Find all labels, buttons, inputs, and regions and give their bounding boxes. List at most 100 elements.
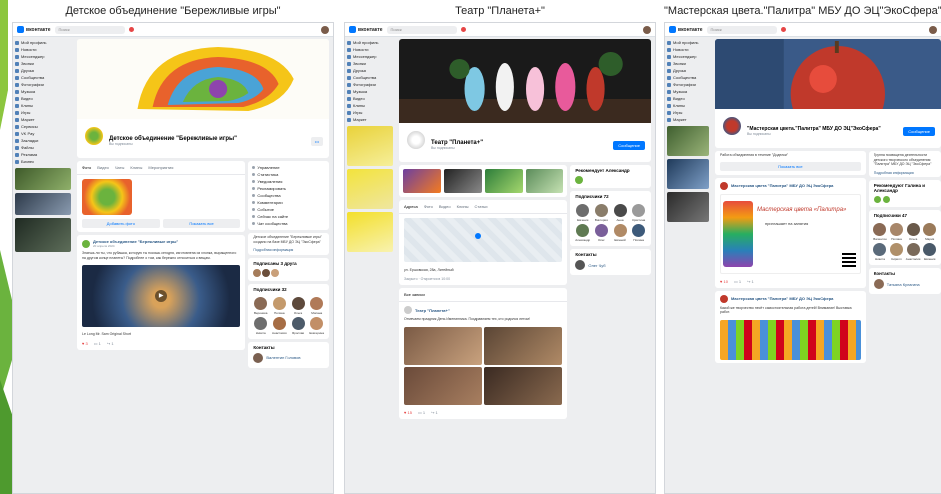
sidebar-item[interactable]: Видео [347,95,397,102]
info-link[interactable]: Подробная информация [248,246,329,255]
bell-icon[interactable] [780,27,786,32]
sidebar-item[interactable]: Реклама [15,151,75,158]
menu-item[interactable]: Уведомления [252,178,325,185]
ad-thumbnail[interactable] [15,168,71,190]
subscriber[interactable]: Евгений [612,224,629,242]
menu-item[interactable]: Управление [252,164,325,171]
avatar[interactable] [929,25,937,34]
tab-address[interactable]: Адреса [404,204,418,209]
show-all-button[interactable]: Показать все [720,161,861,171]
sidebar-item[interactable]: Мой профиль [667,39,713,46]
sidebar-item[interactable]: Маркет [347,116,397,123]
menu-item[interactable]: Чат сообщества [252,220,325,227]
sidebar-item[interactable]: Закладки [15,137,75,144]
contact-name[interactable]: Валентин Головов [266,355,300,360]
video-player[interactable]: ▶ [82,265,241,327]
subscriber[interactable]: Мария [922,223,937,241]
sidebar-item[interactable]: Видео [667,95,713,102]
author-avatar[interactable] [720,294,728,303]
subscriber[interactable]: Анна [612,204,629,222]
group-avatar[interactable] [405,129,427,151]
address-text[interactable]: ул. Ершовская, 28а, Литейный [399,266,567,275]
map-widget[interactable] [404,218,563,262]
subscriber[interactable]: Никита [252,316,269,335]
more-button[interactable]: ••• [310,136,323,146]
tab-video[interactable]: Видео [97,165,109,170]
sidebar-item[interactable]: Новости [347,46,397,53]
subscriber[interactable]: Ярослав [290,316,307,335]
subscriber[interactable]: Валентин [873,223,888,241]
comment-button[interactable]: ▭ 1 [734,279,741,284]
menu-item[interactable]: Статистика [252,171,325,178]
post-photo[interactable] [404,366,483,405]
sidebar-item[interactable]: Видео [15,95,75,102]
vk-logo[interactable]: вконтакте [349,26,383,33]
sidebar-item[interactable]: Новости [667,46,713,53]
subscriber[interactable]: Олег [593,224,610,242]
comment-button[interactable]: ▭ 1 [418,410,425,415]
add-photo-button[interactable]: Добавить фото [82,219,160,228]
sidebar-item[interactable]: Файлы [15,144,75,151]
sidebar-item[interactable]: Бизнес [15,158,75,165]
sidebar-item[interactable]: Звонки [667,60,713,67]
sidebar-item[interactable]: Фотографии [15,81,75,88]
avatar[interactable] [262,268,271,277]
ad-thumbnail[interactable] [667,126,709,156]
sidebar-item[interactable]: Клипы [667,102,713,109]
subscriber[interactable]: Александр [574,224,591,242]
photo-thumbnail[interactable] [484,169,523,193]
sidebar-item[interactable]: Мессенджер [667,53,713,60]
sidebar-item[interactable]: Игры [15,109,75,116]
ad-thumbnail[interactable] [347,212,393,252]
subscriber[interactable]: Милана [308,296,325,315]
post-photo[interactable] [404,326,483,365]
subscriber[interactable]: Ольга [290,296,307,315]
sidebar-item[interactable]: Маркет [667,116,713,123]
sidebar-item[interactable]: VK Pay [15,130,75,137]
subscriber[interactable]: Ольга [906,223,921,241]
tab-video[interactable]: Видео [439,204,451,209]
sidebar-item[interactable]: Сервисы [15,123,75,130]
album-thumbnail[interactable] [82,179,132,215]
subscriber[interactable]: Кристина [630,204,647,222]
photo-thumbnail[interactable] [525,169,564,193]
sidebar-item[interactable]: Звонки [15,60,75,67]
tab-chats[interactable]: Чаты [115,165,125,170]
author-avatar[interactable] [720,181,728,190]
subscriber[interactable]: Никита [873,243,888,261]
post-author[interactable]: Мастерская цвета "Палитра" МБУ ДО ЭЦ Эко… [731,183,833,188]
post-author[interactable]: Мастерская цвета "Палитра" МБУ ДО ЭЦ Эко… [731,296,833,301]
sidebar-item[interactable]: Сообщества [667,74,713,81]
sidebar-item[interactable]: Мессенджер [347,53,397,60]
search-input[interactable]: Поиск [386,25,457,34]
sidebar-item[interactable]: Музыка [667,88,713,95]
ad-thumbnail[interactable] [347,169,393,209]
like-button[interactable]: ♥ 15 [404,410,412,415]
menu-item[interactable]: Событие [252,206,325,213]
search-input[interactable]: Поиск [706,25,777,34]
search-input[interactable]: Поиск [54,25,125,34]
play-icon[interactable]: ▶ [155,290,168,302]
subscriber[interactable]: Анастасия [271,316,288,335]
tab-articles[interactable]: Статьи [475,204,488,209]
avatar[interactable] [643,25,651,34]
subscriber[interactable]: Екатерина [308,316,325,335]
group-avatar[interactable] [83,125,105,147]
sidebar-item[interactable]: Друзья [347,67,397,74]
tab-clips[interactable]: Клипы [457,204,469,209]
repost-button[interactable]: ↪ 1 [107,341,114,346]
ad-thumbnail[interactable] [347,126,393,166]
contact-name[interactable]: Татьяна Кулагина [887,282,920,287]
subscriber[interactable]: Анастасия [906,243,920,261]
contact-avatar[interactable] [873,279,884,289]
sidebar-item[interactable]: Фотографии [347,81,397,88]
subscriber[interactable]: Евгения [574,204,591,222]
bell-icon[interactable] [128,27,134,32]
sidebar-item[interactable]: Друзья [667,67,713,74]
menu-item[interactable]: Сейчас на сайте [252,213,325,220]
message-button[interactable]: Сообщение [903,126,935,136]
tab-clips[interactable]: Клипы [130,165,142,170]
sidebar-item[interactable]: Мой профиль [15,39,75,46]
sidebar-item[interactable]: Фотографии [667,81,713,88]
contact-avatar[interactable] [253,352,264,363]
